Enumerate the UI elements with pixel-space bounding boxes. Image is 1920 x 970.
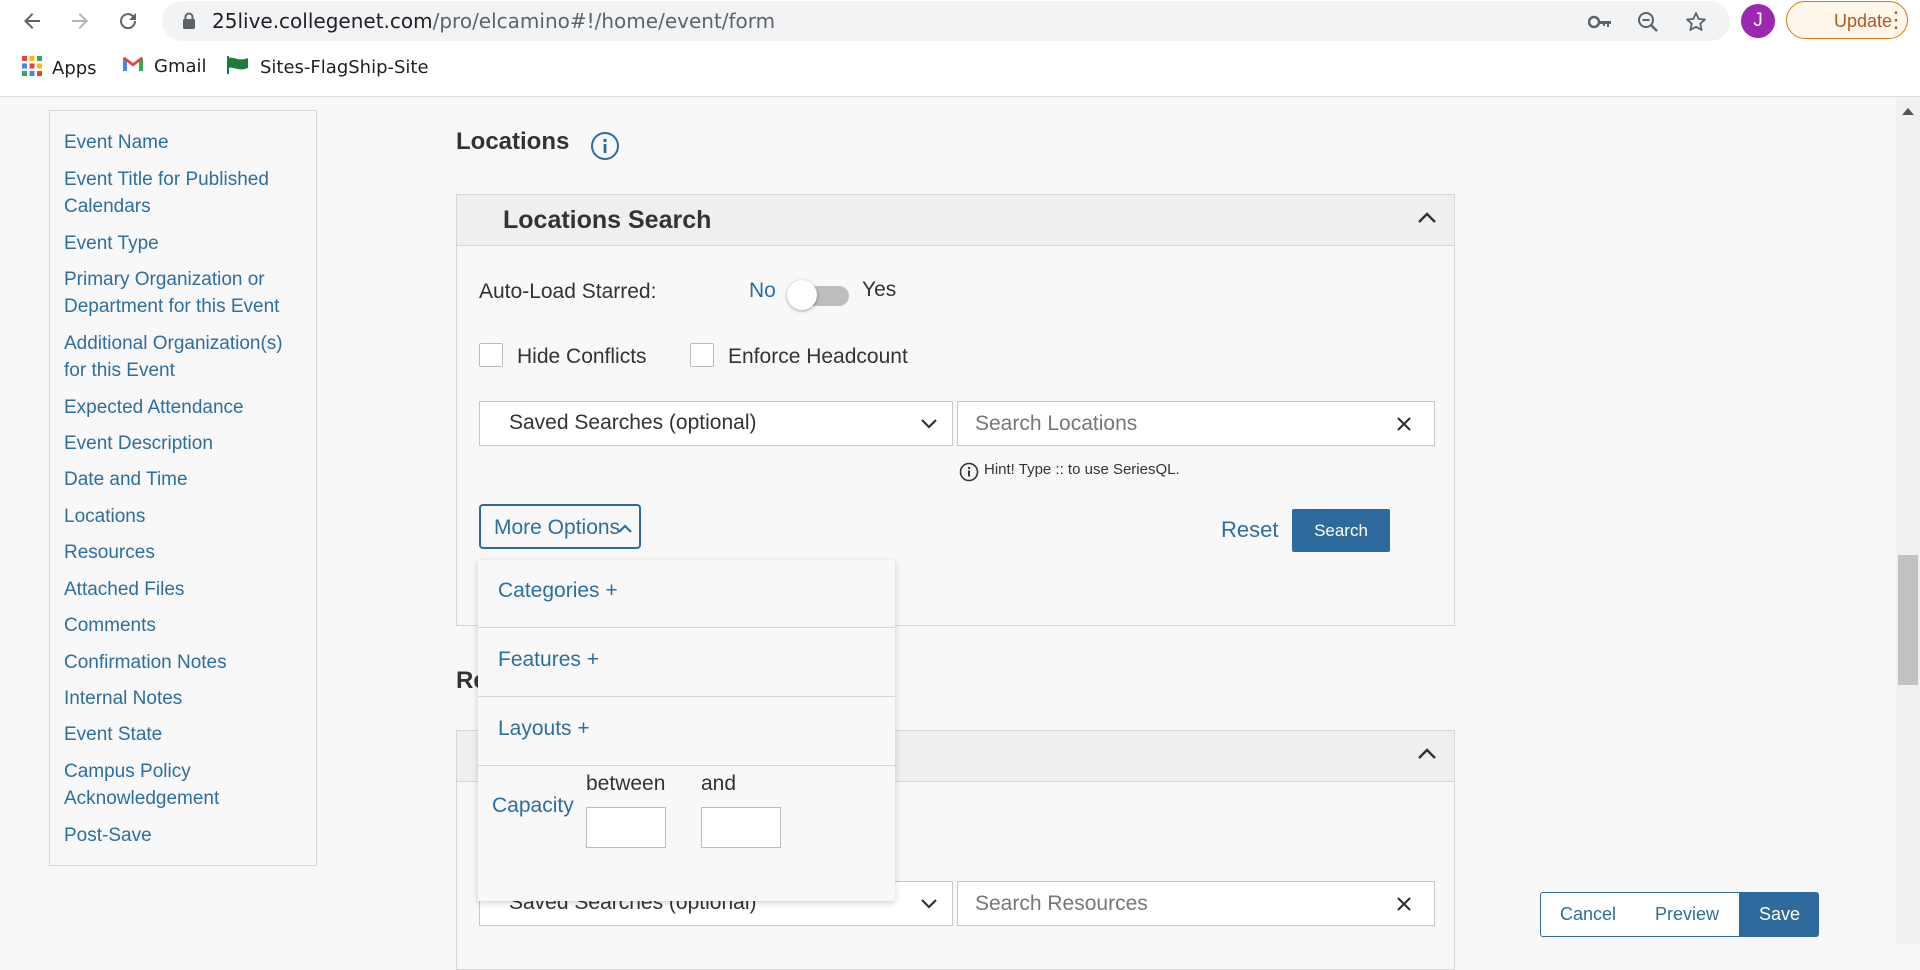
saved-searches-value: Saved Searches (optional) xyxy=(509,411,757,434)
update-button[interactable]: Update ⋮ xyxy=(1786,1,1908,39)
sidebar-item-attached-files[interactable]: Attached Files xyxy=(64,576,184,603)
cancel-button[interactable]: Cancel xyxy=(1540,892,1636,937)
page-scrollbar[interactable] xyxy=(1896,97,1920,944)
lock-icon[interactable] xyxy=(182,12,196,35)
clear-icon[interactable] xyxy=(1395,415,1413,438)
update-label: Update xyxy=(1834,11,1893,31)
key-icon[interactable] xyxy=(1586,8,1614,36)
sidebar-item-event-title[interactable]: Event Title for Published Calendars xyxy=(64,166,304,220)
saved-searches-select[interactable]: Saved Searches (optional) xyxy=(479,401,953,446)
menu-divider xyxy=(478,765,895,766)
sidebar-item-event-name[interactable]: Event Name xyxy=(64,129,169,156)
sidebar-item-locations[interactable]: Locations xyxy=(64,503,145,530)
sidebar-item-expected-attendance[interactable]: Expected Attendance xyxy=(64,394,244,421)
sidebar-item-date-time[interactable]: Date and Time xyxy=(64,466,188,493)
hide-conflicts-label: Hide Conflicts xyxy=(517,345,647,368)
more-options-button[interactable]: More Options xyxy=(479,504,641,549)
flag-icon xyxy=(226,56,250,79)
sidebar-item-event-state[interactable]: Event State xyxy=(64,721,162,748)
chevron-down-icon xyxy=(920,417,938,435)
search-resources-placeholder: Search Resources xyxy=(975,892,1148,915)
sidebar-item-event-type[interactable]: Event Type xyxy=(64,230,159,257)
sidebar-item-primary-org[interactable]: Primary Organization or Department for t… xyxy=(64,266,314,320)
categories-option[interactable]: Categories + xyxy=(498,579,618,603)
chevron-up-icon[interactable] xyxy=(1417,210,1437,229)
locations-search-header[interactable]: Locations Search xyxy=(457,195,1454,246)
chevron-up-icon[interactable] xyxy=(1417,746,1437,765)
features-option[interactable]: Features + xyxy=(498,648,599,672)
search-resources-input[interactable]: Search Resources xyxy=(957,881,1435,926)
bookmark-flagship[interactable]: Sites-FlagShip-Site xyxy=(226,56,429,79)
chevron-up-icon xyxy=(617,521,633,539)
sidebar-item-internal-notes[interactable]: Internal Notes xyxy=(64,685,182,712)
scroll-up-arrow-icon[interactable] xyxy=(1901,103,1915,121)
forward-icon[interactable] xyxy=(62,3,98,39)
sidebar-item-resources[interactable]: Resources xyxy=(64,539,155,566)
form-sections-nav: Event Name Event Title for Published Cal… xyxy=(49,110,317,866)
zoom-icon[interactable] xyxy=(1634,8,1662,36)
browser-toolbar: 25live.collegenet.com/pro/elcamino#!/hom… xyxy=(0,0,1920,97)
sidebar-item-additional-org[interactable]: Additional Organization(s) for this Even… xyxy=(64,330,304,384)
preview-button[interactable]: Preview xyxy=(1635,892,1740,937)
menu-divider xyxy=(478,627,895,628)
more-options-menu: Categories + Features + Layouts + Capaci… xyxy=(478,560,895,901)
bookmark-gmail[interactable]: Gmail xyxy=(122,56,207,77)
autoload-label: Auto-Load Starred: xyxy=(479,280,657,303)
capacity-label: Capacity xyxy=(492,794,574,817)
gmail-icon xyxy=(122,56,144,77)
bookmark-apps[interactable]: Apps xyxy=(22,56,97,81)
chevron-down-icon xyxy=(920,897,938,915)
clear-icon[interactable] xyxy=(1395,895,1413,918)
profile-avatar[interactable]: J xyxy=(1741,4,1775,38)
toggle-no-label: No xyxy=(749,279,776,302)
autoload-toggle[interactable] xyxy=(787,280,849,310)
save-button[interactable]: Save xyxy=(1740,892,1819,937)
capacity-min-input[interactable] xyxy=(586,807,666,848)
search-locations-placeholder: Search Locations xyxy=(975,412,1138,435)
search-locations-input[interactable]: Search Locations xyxy=(957,401,1435,446)
info-icon[interactable] xyxy=(590,131,620,166)
menu-divider xyxy=(478,696,895,697)
kebab-menu-icon[interactable]: ⋮ xyxy=(1885,7,1907,33)
locations-search-title: Locations Search xyxy=(503,206,712,234)
hint-text: Hint! Type :: to use SeriesQL. xyxy=(984,461,1180,478)
sidebar-item-comments[interactable]: Comments xyxy=(64,612,156,639)
search-button[interactable]: Search xyxy=(1292,509,1390,552)
and-label: and xyxy=(701,772,737,795)
bookmark-label: Gmail xyxy=(154,56,207,77)
bookmark-label: Apps xyxy=(52,58,97,79)
between-label: between xyxy=(586,772,666,795)
scrollbar-thumb[interactable] xyxy=(1898,555,1918,685)
toggle-yes-label: Yes xyxy=(862,278,897,301)
capacity-max-input[interactable] xyxy=(701,807,781,848)
url-text: 25live.collegenet.com/pro/elcamino#!/hom… xyxy=(212,9,776,33)
hide-conflicts-checkbox[interactable] xyxy=(479,343,503,367)
enforce-headcount-checkbox[interactable] xyxy=(690,343,714,367)
sidebar-item-post-save[interactable]: Post-Save xyxy=(64,822,152,849)
enforce-headcount-label: Enforce Headcount xyxy=(728,345,908,368)
sidebar-item-campus-policy[interactable]: Campus Policy Acknowledgement xyxy=(64,758,264,812)
sidebar-item-confirmation-notes[interactable]: Confirmation Notes xyxy=(64,649,227,676)
sidebar-item-event-description[interactable]: Event Description xyxy=(64,430,213,457)
star-bookmark-icon[interactable] xyxy=(1682,8,1710,36)
reset-link[interactable]: Reset xyxy=(1221,517,1278,543)
hint-info-icon xyxy=(959,462,979,487)
more-options-label: More Options xyxy=(494,516,621,539)
layouts-option[interactable]: Layouts + xyxy=(498,717,590,741)
reload-icon[interactable] xyxy=(110,3,146,39)
bookmark-label: Sites-FlagShip-Site xyxy=(260,57,429,78)
apps-grid-icon xyxy=(22,56,42,81)
back-icon[interactable] xyxy=(14,3,50,39)
locations-heading: Locations xyxy=(456,128,570,155)
